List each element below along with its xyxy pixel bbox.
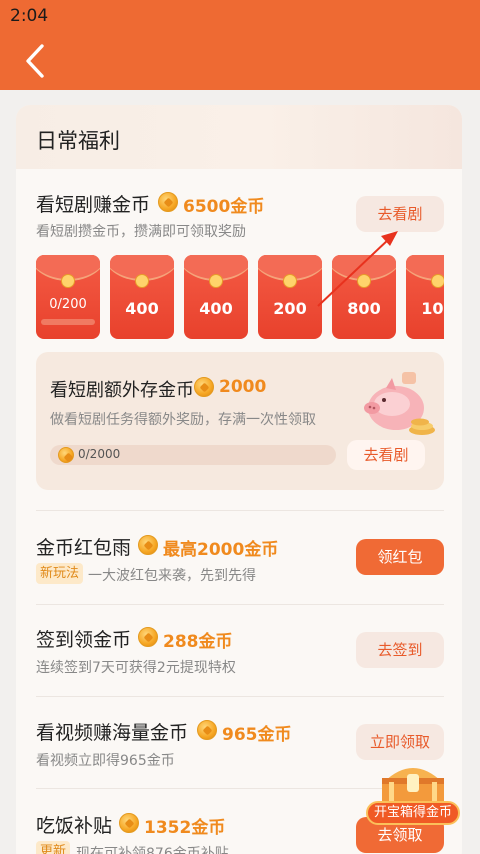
task-desc: 一大波红包来袭，先到先得: [88, 568, 256, 584]
packet-amount: 400: [125, 299, 159, 318]
drama-watch-button[interactable]: 去看剧: [356, 196, 444, 232]
packet-amount: 800: [347, 299, 381, 318]
packet-amount: 400: [199, 299, 233, 318]
packet-seal-icon: [357, 274, 371, 288]
red-packet-row: 0/200 400 400 200 800 100: [36, 255, 444, 339]
new-play-tag: 新玩法: [36, 563, 84, 584]
task-reward: 1352金币: [144, 818, 226, 838]
task-title: 金币红包雨: [36, 537, 132, 559]
save-task-title: 看短剧额外存金币: [50, 380, 194, 401]
packet-seal-icon: [135, 274, 149, 288]
red-packet[interactable]: 800: [332, 255, 396, 339]
extra-savings-box: 看短剧额外存金币 2000 做看短剧任务得额外奖励，存满一次性领取 0/2000…: [36, 352, 444, 490]
packet-amount: 200: [273, 299, 307, 318]
collect-red-packet-button[interactable]: 领红包: [356, 539, 444, 575]
drama-task-title: 看短剧赚金币: [36, 194, 151, 216]
red-packet[interactable]: 0/200: [36, 255, 100, 339]
back-button[interactable]: [18, 42, 54, 80]
coin-icon: [197, 720, 217, 740]
red-packet[interactable]: 400: [110, 255, 174, 339]
divider: [36, 510, 444, 511]
status-time: 2:04: [10, 6, 49, 26]
packet-seal-icon: [61, 274, 75, 288]
task-desc: 连续签到7天可获得2元提现特权: [36, 660, 236, 676]
piggy-bank-icon: [364, 372, 435, 435]
task-reward: 965金币: [222, 725, 292, 745]
save-progress-text: 0/2000: [78, 447, 121, 461]
task-title: 签到领金币: [36, 629, 132, 651]
chevron-left-icon: [26, 44, 44, 78]
packet-progress-bar: [41, 319, 95, 325]
task-reward: 288金币: [163, 632, 233, 652]
open-chest-button[interactable]: 开宝箱得金币: [366, 801, 460, 825]
coin-icon: [194, 377, 214, 397]
task-title: 看视频赚海量金币: [36, 722, 189, 744]
drama-task-reward: 6500金币: [183, 197, 265, 217]
coin-icon: [58, 447, 74, 463]
card-title: 日常福利: [36, 129, 120, 153]
packet-seal-icon: [431, 274, 444, 288]
status-bar: 2:04: [0, 0, 480, 32]
packet-seal-icon: [283, 274, 297, 288]
save-watch-button[interactable]: 去看剧: [347, 440, 425, 470]
task-reward: 最高2000金币: [163, 540, 279, 560]
daily-benefits-card: 日常福利 看短剧赚金币 6500金币 看短剧攒金币，攒满即可领取奖励 去看剧 0…: [16, 105, 462, 854]
packet-seal-icon: [209, 274, 223, 288]
divider: [36, 604, 444, 605]
save-task-reward: 2000: [219, 377, 267, 397]
packet-amount: 100: [421, 299, 444, 318]
drama-task-desc: 看短剧攒金币，攒满即可领取奖励: [36, 224, 246, 240]
coin-icon: [119, 813, 139, 833]
coin-icon: [138, 535, 158, 555]
red-packet[interactable]: 400: [184, 255, 248, 339]
red-packet[interactable]: 200: [258, 255, 322, 339]
task-desc: 现在可补领876金币补贴: [76, 846, 229, 854]
task-title: 吃饭补贴: [36, 815, 113, 837]
update-tag: 更新: [36, 841, 71, 854]
coin-icon: [138, 627, 158, 647]
app-bar: [0, 32, 480, 90]
packet-amount: 0/200: [49, 297, 87, 312]
coin-icon: [158, 192, 178, 212]
save-progress-track: 0/2000: [50, 445, 336, 465]
task-desc: 看视频立即得965金币: [36, 753, 175, 769]
card-header: 日常福利: [16, 105, 462, 169]
check-in-button[interactable]: 去签到: [356, 632, 444, 668]
red-packet[interactable]: 100: [406, 255, 444, 339]
save-task-desc: 做看短剧任务得额外奖励，存满一次性领取: [50, 412, 316, 428]
divider: [36, 696, 444, 697]
